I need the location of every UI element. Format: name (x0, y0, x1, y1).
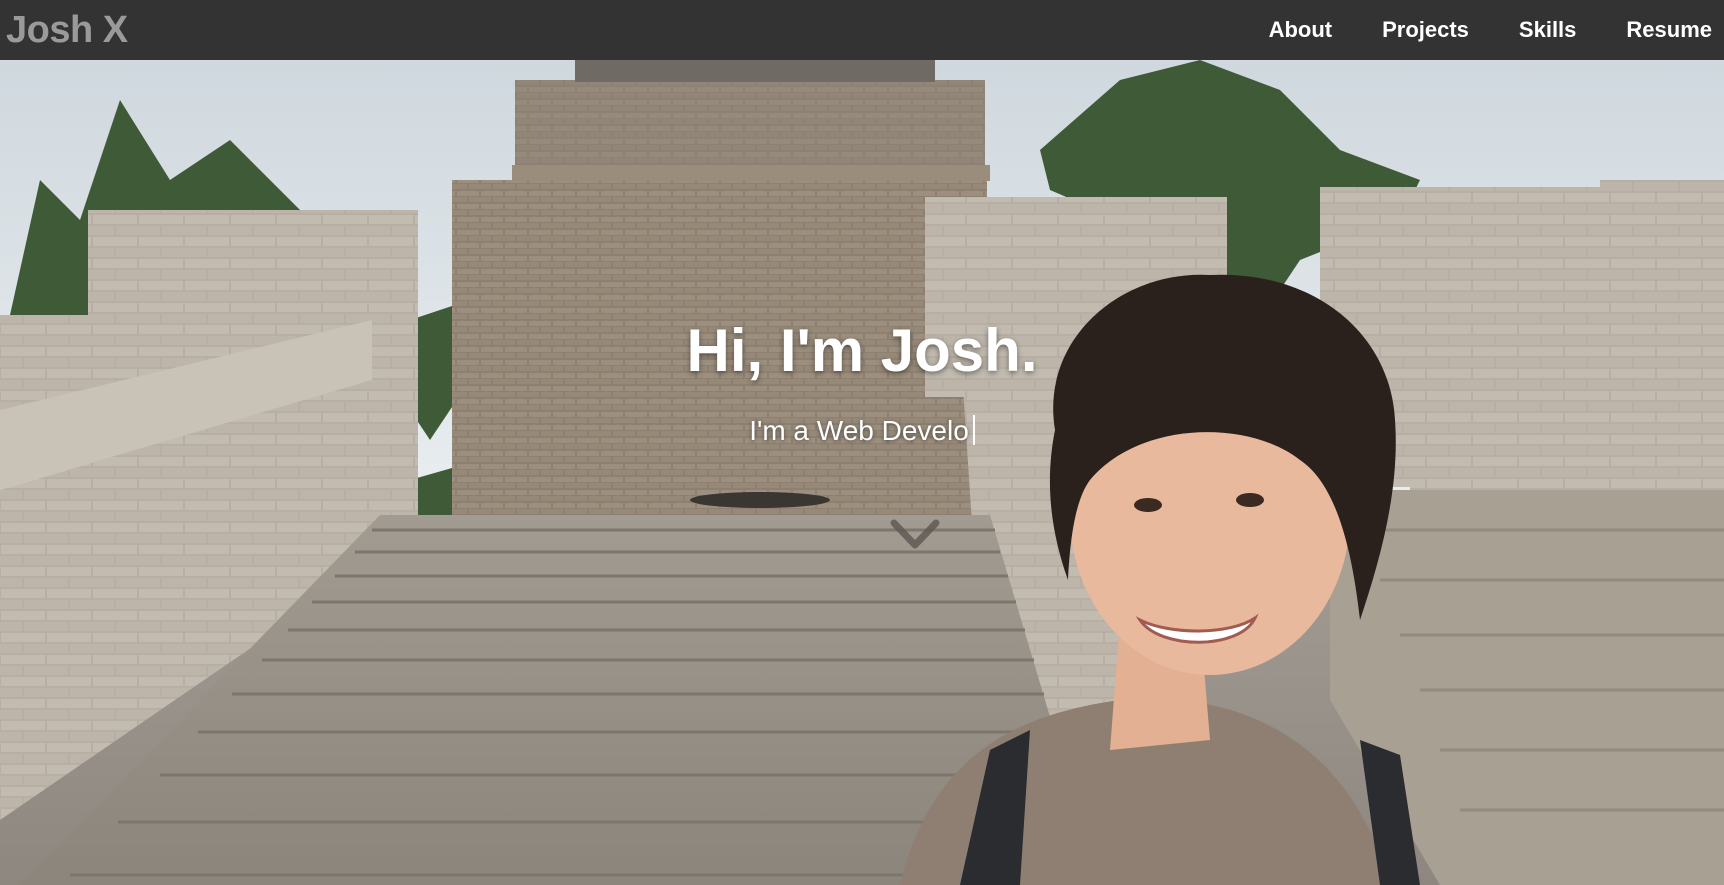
navbar: Josh X About Projects Skills Resume (0, 0, 1724, 60)
hero-background-image (0, 60, 1724, 885)
scroll-down-button[interactable] (888, 515, 942, 555)
nav-link-projects[interactable]: Projects (1382, 0, 1469, 60)
nav-link-resume[interactable]: Resume (1626, 0, 1712, 60)
nav-link-about[interactable]: About (1269, 0, 1333, 60)
hero-subtitle-text: I'm a Web Develo (749, 415, 969, 446)
brand-logo-link[interactable]: Josh X (6, 0, 128, 60)
hero-section: Hi, I'm Josh. I'm a Web Develo (0, 60, 1724, 885)
hero-title: Hi, I'm Josh. (686, 317, 1038, 384)
chevron-down-icon (890, 519, 940, 549)
nav-link-skills[interactable]: Skills (1519, 0, 1576, 60)
hero-subtitle: I'm a Web Develo (0, 415, 1724, 447)
typing-cursor (972, 415, 975, 445)
nav-links: About Projects Skills Resume (1219, 0, 1712, 60)
